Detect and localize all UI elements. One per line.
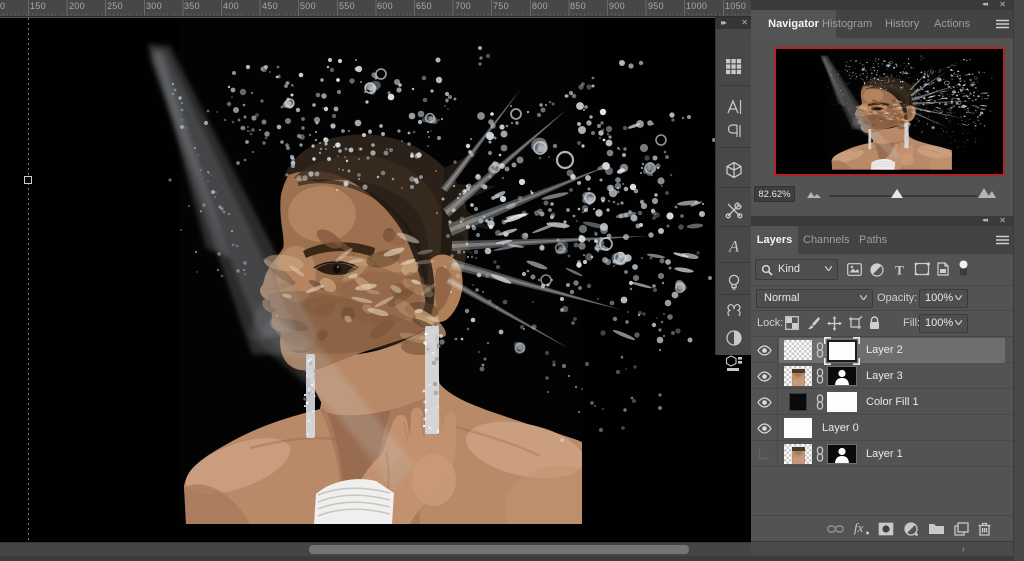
svg-text:T: T xyxy=(895,263,904,276)
svg-text:fx: fx xyxy=(854,521,864,535)
svg-text:A: A xyxy=(728,239,739,256)
